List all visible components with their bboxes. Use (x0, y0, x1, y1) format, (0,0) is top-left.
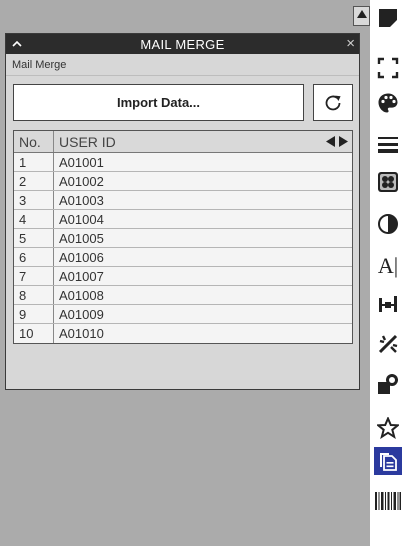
collapse-chevron-icon[interactable] (10, 37, 24, 51)
column-next-icon[interactable] (339, 136, 348, 147)
table-row[interactable]: 4 A01004 (14, 210, 352, 229)
barcode-icon (375, 492, 401, 510)
page-corner-icon (379, 9, 397, 27)
cell-user-id: A01007 (59, 268, 104, 284)
page-corner-tool[interactable] (374, 4, 402, 32)
shapes-icon (378, 374, 398, 394)
cell-no: 10 (14, 324, 54, 343)
panel-title: MAIL MERGE (140, 36, 225, 52)
palette-icon (378, 93, 398, 113)
cell-user-id: A01005 (59, 230, 104, 246)
shapes-tool[interactable] (374, 370, 402, 398)
cell-no: 5 (14, 229, 54, 247)
column-header-no[interactable]: No. (14, 131, 54, 152)
magic-tool[interactable] (374, 330, 402, 358)
column-nav (326, 136, 348, 147)
table-row[interactable]: 2 A01002 (14, 172, 352, 191)
panel-subtitle: Mail Merge (6, 54, 359, 76)
contrast-icon (378, 214, 398, 234)
cell-user-id: A01004 (59, 211, 104, 227)
cell-user-id: A01003 (59, 192, 104, 208)
crop-tool[interactable] (374, 54, 402, 82)
column-header-user-id[interactable]: USER ID (54, 131, 352, 152)
cell-user-id: A01008 (59, 287, 104, 303)
table-row[interactable]: 8 A01008 (14, 286, 352, 305)
scroll-up-button[interactable] (353, 6, 370, 26)
lines-icon (378, 137, 398, 153)
grid-header: No. USER ID (14, 131, 352, 153)
cell-user-id: A01006 (59, 249, 104, 265)
table-row[interactable]: 6 A01006 (14, 248, 352, 267)
distribute-tool[interactable] (374, 290, 402, 318)
cell-no: 6 (14, 248, 54, 266)
data-grid: No. USER ID 1 A01001 2 A01002 3 A01003 4 A01… (13, 130, 353, 344)
import-row: Import Data... (13, 84, 353, 121)
cell-user-id: A01001 (59, 154, 104, 170)
contrast-tool[interactable] (374, 210, 402, 238)
table-row[interactable]: 5 A01005 (14, 229, 352, 248)
barcode-tool[interactable] (374, 487, 402, 515)
close-icon[interactable]: × (346, 36, 355, 52)
star-icon (377, 417, 399, 439)
refresh-button[interactable] (313, 84, 353, 121)
cell-user-id: A01002 (59, 173, 104, 189)
right-toolbar: A| (370, 0, 406, 546)
table-row[interactable]: 10 A01010 (14, 324, 352, 343)
lines-tool[interactable] (374, 130, 402, 158)
cell-no: 1 (14, 153, 54, 171)
mail-merge-panel: MAIL MERGE × Mail Merge Import Data... N… (5, 33, 360, 390)
distribute-icon (379, 296, 397, 312)
column-prev-icon[interactable] (326, 136, 335, 147)
text-cursor-icon: A| (377, 253, 399, 278)
refresh-icon (325, 95, 341, 110)
cell-no: 4 (14, 210, 54, 228)
text-tool[interactable]: A| (374, 252, 402, 280)
workspace: MAIL MERGE × Mail Merge Import Data... N… (0, 0, 370, 546)
magic-icon (378, 334, 398, 354)
star-tool[interactable] (374, 414, 402, 442)
import-data-button[interactable]: Import Data... (13, 84, 304, 121)
cell-user-id: A01009 (59, 306, 104, 322)
cell-no: 3 (14, 191, 54, 209)
cell-no: 8 (14, 286, 54, 304)
mail-merge-tool[interactable] (374, 447, 402, 475)
cell-no: 9 (14, 305, 54, 323)
table-row[interactable]: 7 A01007 (14, 267, 352, 286)
table-row[interactable]: 1 A01001 (14, 153, 352, 172)
table-row[interactable]: 9 A01009 (14, 305, 352, 324)
pattern-tool[interactable] (374, 168, 402, 196)
cell-user-id: A01010 (59, 326, 104, 341)
cell-no: 7 (14, 267, 54, 285)
panel-titlebar: MAIL MERGE × (6, 34, 359, 54)
cell-no: 2 (14, 172, 54, 190)
palette-tool[interactable] (374, 89, 402, 117)
table-row[interactable]: 3 A01003 (14, 191, 352, 210)
mail-merge-icon (380, 453, 397, 471)
pattern-icon (378, 172, 398, 192)
triangle-up-icon (356, 10, 367, 18)
crop-icon (377, 57, 399, 79)
